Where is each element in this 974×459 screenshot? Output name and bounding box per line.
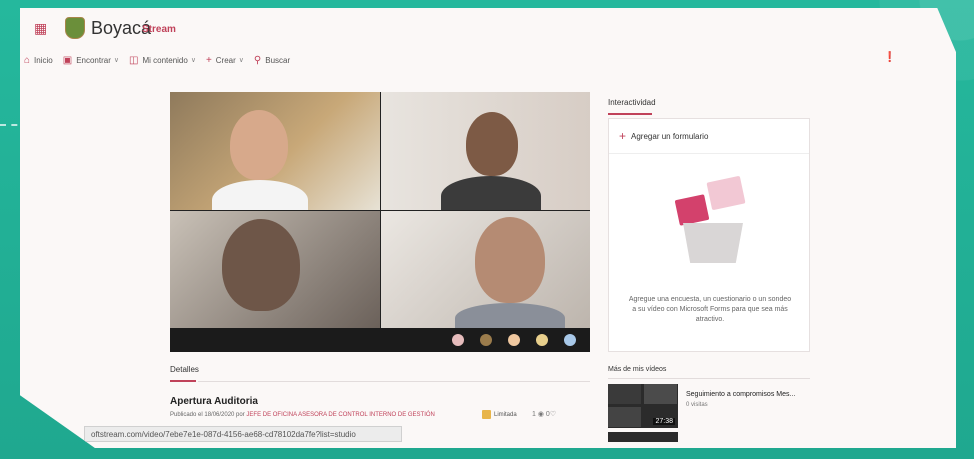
home-icon: ⌂ xyxy=(24,54,31,66)
box-icon xyxy=(683,223,743,263)
person-figure xyxy=(475,217,545,303)
video-player[interactable] xyxy=(170,92,590,352)
chevron-down-icon: ∨ xyxy=(238,57,244,64)
nav-inicio[interactable]: ⌂ Inicio xyxy=(24,55,53,66)
participant-tile xyxy=(170,92,380,210)
video-stats: 1 ◉ 0♡ xyxy=(532,410,556,418)
nav-label: Buscar xyxy=(265,55,291,65)
app-name[interactable]: Stream xyxy=(142,24,176,35)
lock-icon xyxy=(482,410,491,419)
thumbnail-tile xyxy=(644,384,677,404)
plus-icon: + xyxy=(205,54,212,66)
top-bar: ▦ Boyacá Stream xyxy=(20,8,956,48)
pin-icon[interactable]: ❗ xyxy=(884,52,896,63)
participant-avatar-icon xyxy=(452,334,464,346)
participant-avatar-icon xyxy=(508,334,520,346)
participant-avatar-icon xyxy=(480,334,492,346)
author-link[interactable]: JEFE DE OFICINA ASESORA DE CONTROL INTER… xyxy=(246,412,434,418)
interactivity-panel: + Agregar un formulario Agregue una encu… xyxy=(608,118,810,352)
visibility-label: Limitada xyxy=(494,411,517,418)
thumbnail-tile xyxy=(608,384,641,404)
search-icon: ⚲ xyxy=(253,54,262,66)
person-figure xyxy=(222,219,300,311)
participant-tile xyxy=(170,211,380,328)
video-meta: Publicado el 18/06/2020 por JEFE DE OFIC… xyxy=(170,412,435,418)
thumbnail-tile xyxy=(608,407,641,427)
chevron-down-icon: ∨ xyxy=(190,57,196,64)
tab-detalles[interactable]: Detalles xyxy=(170,365,199,374)
person-body xyxy=(212,180,308,210)
forms-description: Agregue una encuesta, un cuestionario o … xyxy=(628,296,792,323)
more-videos-heading: Más de mis vídeos xyxy=(608,366,667,373)
nav-label: Inicio xyxy=(34,55,53,65)
person-body xyxy=(441,176,541,210)
nav-buscar[interactable]: ⚲ Buscar xyxy=(254,55,290,66)
tab-interactividad[interactable]: Interactividad xyxy=(608,98,656,107)
divider xyxy=(609,153,809,154)
tab-underline xyxy=(608,113,652,115)
chevron-down-icon: ∨ xyxy=(113,57,119,64)
nav-label: Encontrar xyxy=(76,55,111,65)
video-thumbnail[interactable] xyxy=(608,432,678,442)
forms-illustration xyxy=(669,175,759,269)
person-figure xyxy=(230,110,288,180)
eye-icon: ◉ xyxy=(535,411,546,418)
duration-badge: 27:38 xyxy=(653,418,675,425)
video-title: Apertura Auditoria xyxy=(170,396,258,407)
stream-window: ▦ Boyacá Stream ⌂ Inicio ▣ Encontrar ∨ ◫… xyxy=(20,8,956,448)
heart-icon[interactable]: ♡ xyxy=(550,411,556,418)
divider xyxy=(608,378,810,379)
nav-mi-contenido[interactable]: ◫ Mi contenido ∨ xyxy=(129,55,196,66)
divider xyxy=(198,381,590,382)
published-text: Publicado el 18/06/2020 por xyxy=(170,412,245,418)
participant-tile xyxy=(381,92,590,210)
app-launcher-icon[interactable]: ▦ xyxy=(34,20,50,36)
nav-bar: ⌂ Inicio ▣ Encontrar ∨ ◫ Mi contenido ∨ … xyxy=(24,52,300,68)
plus-icon: + xyxy=(619,129,627,143)
add-form-button[interactable]: + Agregar un formulario xyxy=(619,129,709,143)
nav-label: Mi contenido xyxy=(142,55,188,65)
coat-of-arms-icon xyxy=(65,17,85,39)
org-logo[interactable]: Boyacá xyxy=(65,17,151,39)
meeting-participants-bar xyxy=(170,328,590,352)
play-icon xyxy=(674,194,710,226)
find-icon: ▣ xyxy=(62,54,73,66)
more-video-title[interactable]: Seguimiento a compromisos Mes... xyxy=(686,391,795,398)
video-thumbnail[interactable]: 27:38 xyxy=(608,384,678,428)
nav-encontrar[interactable]: ▣ Encontrar ∨ xyxy=(63,55,119,66)
content-icon: ◫ xyxy=(129,54,139,66)
person-body xyxy=(455,303,565,328)
participant-tile xyxy=(381,211,590,328)
participant-avatar-icon xyxy=(564,334,576,346)
more-video-views: 0 visitas xyxy=(686,402,708,408)
status-url: oftstream.com/video/7ebe7e1e-087d-4156-a… xyxy=(84,426,402,442)
person-figure xyxy=(466,112,518,176)
video-card-icon xyxy=(706,175,746,211)
visibility-badge: Limitada xyxy=(482,410,517,419)
tab-underline xyxy=(170,380,196,382)
participant-avatar-icon xyxy=(536,334,548,346)
nav-crear[interactable]: + Crear ∨ xyxy=(206,55,244,66)
add-form-label: Agregar un formulario xyxy=(631,131,709,141)
nav-label: Crear xyxy=(215,55,236,65)
